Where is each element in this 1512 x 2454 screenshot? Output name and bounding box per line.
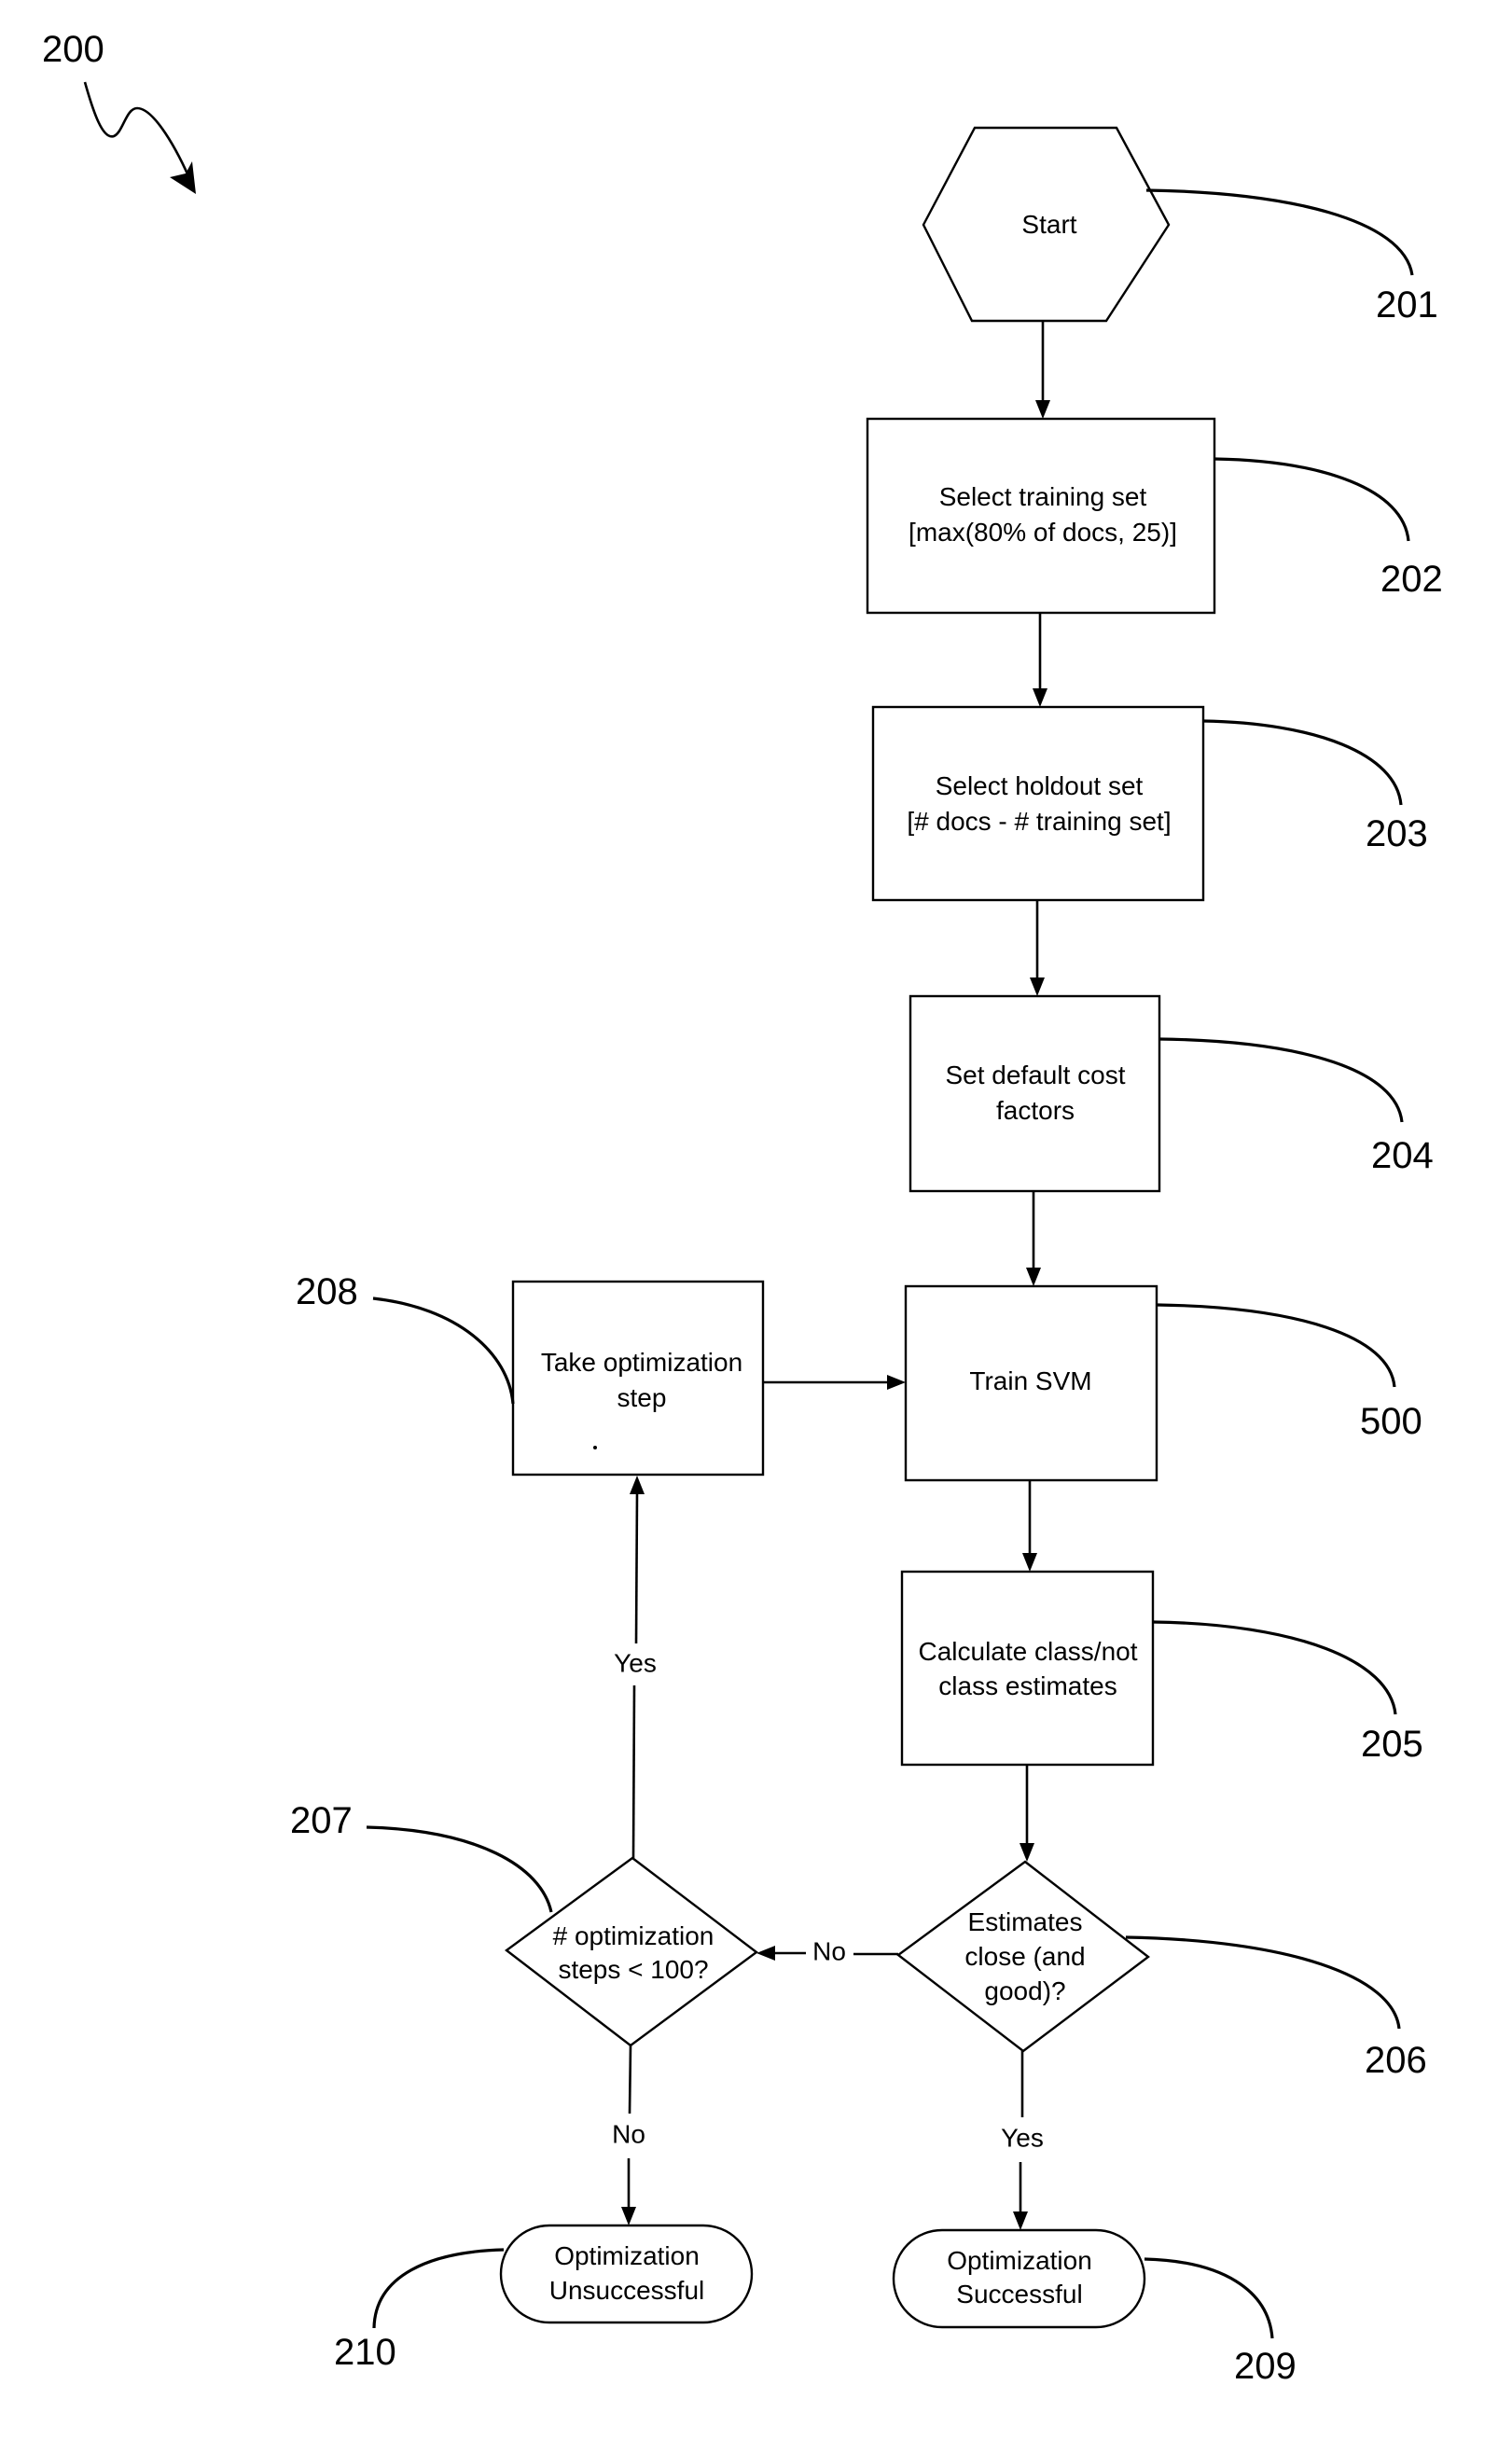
figure-number: 200 bbox=[42, 29, 104, 70]
arrowhead-icon bbox=[1020, 1843, 1034, 1862]
ref-number-202: 202 bbox=[1380, 559, 1443, 600]
arrowhead-icon bbox=[1013, 2211, 1028, 2230]
leader-210 bbox=[372, 2248, 505, 2329]
node-label-line-3: good)? bbox=[984, 1976, 1065, 2005]
arrowhead-icon bbox=[1022, 1553, 1037, 1572]
node-select-holdout-set[interactable]: Select holdout set [# docs - # training … bbox=[871, 705, 1205, 902]
branch-label-207-no: No bbox=[612, 2119, 645, 2148]
node-label-line-1: # optimization bbox=[553, 1921, 714, 1950]
arrowhead-icon bbox=[1030, 977, 1045, 996]
leader-207 bbox=[366, 1825, 553, 1913]
leader-208 bbox=[372, 1296, 515, 1405]
flowchart-diagram: 200 Start Select training set [max(80% o… bbox=[42, 29, 1443, 2387]
node-label-line-2: steps < 100? bbox=[558, 1955, 708, 1984]
node-label-line-1: Select training set bbox=[939, 482, 1147, 511]
node-label-line-2: Unsuccessful bbox=[549, 2276, 705, 2305]
arrow-207-210-upper bbox=[628, 2045, 632, 2114]
ref-number-209: 209 bbox=[1234, 2346, 1297, 2387]
node-label: Start bbox=[1021, 210, 1076, 239]
node-take-optimization-step[interactable]: Take optimization step bbox=[511, 1280, 765, 1477]
leader-209 bbox=[1144, 2257, 1274, 2339]
branch-label-206-no: No bbox=[812, 1936, 846, 1965]
node-set-default-cost[interactable]: Set default cost factors bbox=[909, 994, 1161, 1193]
ref-number-208: 208 bbox=[296, 1271, 358, 1312]
ref-number-210: 210 bbox=[334, 2332, 396, 2373]
ref-number-500: 500 bbox=[1360, 1401, 1422, 1442]
node-select-training-set[interactable]: Select training set [max(80% of docs, 25… bbox=[866, 417, 1216, 615]
ref-number-201: 201 bbox=[1376, 284, 1438, 326]
terminal-shape bbox=[499, 2224, 754, 2324]
leader-205 bbox=[1152, 1620, 1397, 1715]
node-label-line-2: factors bbox=[996, 1096, 1075, 1125]
node-label-line-2: [# docs - # training set] bbox=[907, 807, 1171, 836]
ref-number-205: 205 bbox=[1361, 1724, 1423, 1765]
branch-label-206-yes: Yes bbox=[1001, 2123, 1044, 2152]
process-box bbox=[866, 417, 1216, 615]
node-label-line-1: Set default cost bbox=[945, 1061, 1125, 1089]
leader-203 bbox=[1202, 719, 1403, 806]
node-label: Train SVM bbox=[969, 1366, 1091, 1395]
figure-reference: 200 bbox=[42, 29, 196, 194]
arrowhead-icon bbox=[630, 1476, 645, 1494]
node-label-line-1: Optimization bbox=[947, 2246, 1092, 2275]
node-start[interactable]: Start bbox=[922, 126, 1171, 323]
node-optimization-unsuccessful[interactable]: Optimization Unsuccessful bbox=[499, 2224, 754, 2324]
arrowhead-icon bbox=[1026, 1268, 1041, 1286]
node-label-line-2: [max(80% of docs, 25)] bbox=[909, 518, 1177, 547]
process-box bbox=[900, 1570, 1155, 1767]
node-optimization-successful[interactable]: Optimization Successful bbox=[892, 2228, 1146, 2329]
arrowhead-icon bbox=[887, 1375, 906, 1390]
ref-number-206: 206 bbox=[1365, 2040, 1427, 2081]
node-train-svm[interactable]: Train SVM bbox=[904, 1284, 1158, 1482]
decision-diamond bbox=[505, 1856, 758, 2047]
node-label-line-1: Estimates bbox=[968, 1907, 1083, 1936]
node-label-line-1: Select holdout set bbox=[936, 771, 1144, 800]
node-label-line-2: Successful bbox=[956, 2280, 1082, 2308]
leader-500 bbox=[1156, 1303, 1396, 1388]
arrow-207-208-upper bbox=[634, 1491, 639, 1644]
terminal-shape bbox=[892, 2228, 1146, 2329]
branch-label-207-yes: Yes bbox=[614, 1648, 657, 1677]
node-label-line-1: Optimization bbox=[554, 2241, 700, 2270]
arrowhead-icon bbox=[1033, 688, 1047, 707]
leader-202 bbox=[1214, 457, 1410, 542]
stray-dot bbox=[593, 1446, 597, 1449]
leader-201 bbox=[1145, 188, 1414, 276]
ref-number-203: 203 bbox=[1366, 813, 1428, 854]
process-box bbox=[871, 705, 1205, 902]
node-label-line-2: close (and bbox=[964, 1942, 1085, 1971]
ref-number-204: 204 bbox=[1371, 1135, 1434, 1176]
arrowhead-icon bbox=[756, 1946, 775, 1961]
leader-204 bbox=[1158, 1037, 1404, 1123]
process-box bbox=[511, 1280, 765, 1477]
node-optimization-steps-decision[interactable]: # optimization steps < 100? bbox=[505, 1856, 758, 2047]
arrow-207-208-lower bbox=[631, 1685, 636, 1859]
ref-number-207: 207 bbox=[290, 1800, 353, 1841]
leader-206 bbox=[1125, 1935, 1401, 2030]
node-label-line-1: Take optimization bbox=[541, 1348, 742, 1377]
node-estimates-close-decision[interactable]: Estimates close (and good)? bbox=[896, 1860, 1150, 2053]
arrowhead-icon bbox=[1035, 400, 1050, 419]
node-label-line-1: Calculate class/not bbox=[918, 1637, 1137, 1666]
node-calculate-estimates[interactable]: Calculate class/not class estimates bbox=[900, 1570, 1155, 1767]
figure-squiggle-line bbox=[83, 81, 194, 186]
node-label-line-2: class estimates bbox=[938, 1671, 1117, 1700]
node-label-line-2: step bbox=[617, 1383, 667, 1412]
arrowhead-icon bbox=[621, 2207, 636, 2225]
process-box bbox=[909, 994, 1161, 1193]
